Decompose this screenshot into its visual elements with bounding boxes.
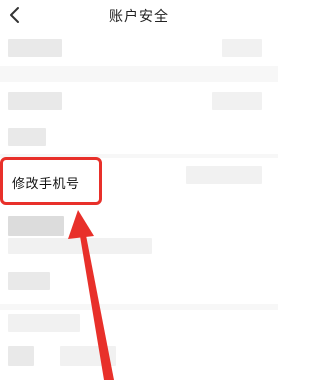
annotation-arrow	[68, 210, 114, 380]
account-security-page: 账户安全 修改手机号	[0, 0, 278, 380]
